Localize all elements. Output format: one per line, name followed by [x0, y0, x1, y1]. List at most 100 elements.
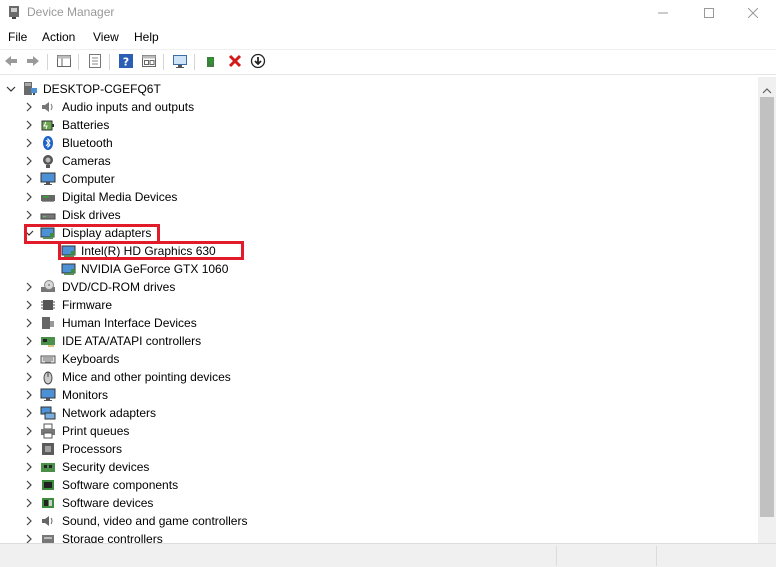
- menu-view[interactable]: View: [93, 30, 119, 44]
- tree-device[interactable]: NVIDIA GeForce GTX 1060: [0, 260, 757, 278]
- chevron-right-icon[interactable]: [24, 173, 34, 185]
- disable-device-button[interactable]: [249, 53, 267, 71]
- vertical-scrollbar[interactable]: [758, 77, 776, 543]
- chevron-right-icon[interactable]: [24, 155, 34, 167]
- tree-root[interactable]: DESKTOP-CGEFQ6T: [0, 80, 757, 98]
- display-adapter-icon: [61, 243, 77, 259]
- chevron-right-icon[interactable]: [24, 317, 34, 329]
- tree-category[interactable]: Monitors: [0, 386, 757, 404]
- tree-category-label: Software devices: [62, 496, 154, 510]
- tree-root-label: DESKTOP-CGEFQ6T: [43, 82, 161, 96]
- chevron-right-icon[interactable]: [24, 209, 34, 221]
- chevron-right-icon[interactable]: [24, 281, 34, 293]
- help-icon: ?: [118, 53, 134, 72]
- speaker-icon: [40, 99, 56, 115]
- tree-category[interactable]: Network adapters: [0, 404, 757, 422]
- tree-category[interactable]: Computer: [0, 170, 757, 188]
- tree-category[interactable]: Display adapters: [0, 224, 757, 242]
- tree-category[interactable]: DVD/CD-ROM drives: [0, 278, 757, 296]
- security-device-icon: [40, 459, 56, 475]
- tree-category[interactable]: Human Interface Devices: [0, 314, 757, 332]
- tree-device-label: NVIDIA GeForce GTX 1060: [81, 262, 229, 276]
- tree-category[interactable]: Audio inputs and outputs: [0, 98, 757, 116]
- tree-category[interactable]: Digital Media Devices: [0, 188, 757, 206]
- chevron-right-icon[interactable]: [24, 497, 34, 509]
- close-button[interactable]: [730, 0, 776, 25]
- tree-category[interactable]: Print queues: [0, 422, 757, 440]
- tree-category-label: Digital Media Devices: [62, 190, 178, 204]
- chevron-right-icon[interactable]: [24, 407, 34, 419]
- device-manager-icon: [6, 4, 22, 20]
- tree-category-label: Disk drives: [62, 208, 121, 222]
- tree-category[interactable]: Processors: [0, 440, 757, 458]
- chevron-right-icon[interactable]: [24, 335, 34, 347]
- tree-category-label: Firmware: [62, 298, 112, 312]
- chevron-right-icon[interactable]: [24, 533, 34, 543]
- tree-category[interactable]: Keyboards: [0, 350, 757, 368]
- uninstall-device-button[interactable]: [226, 53, 244, 71]
- chevron-right-icon[interactable]: [24, 191, 34, 203]
- forward-button[interactable]: [24, 53, 42, 71]
- scrollbar-thumb[interactable]: [760, 97, 774, 517]
- tree-category[interactable]: Software devices: [0, 494, 757, 512]
- tree-device[interactable]: Intel(R) HD Graphics 630: [0, 242, 757, 260]
- status-pane: [556, 546, 656, 566]
- tree-category-label: Display adapters: [62, 226, 152, 240]
- tree-category[interactable]: Security devices: [0, 458, 757, 476]
- forward-arrow-icon: [25, 53, 41, 72]
- tree-category[interactable]: Storage controllers: [0, 530, 757, 543]
- tree-category[interactable]: Sound, video and game controllers: [0, 512, 757, 530]
- menu-action[interactable]: Action: [42, 30, 75, 44]
- ide-controller-icon: [40, 333, 56, 349]
- tree-category[interactable]: Disk drives: [0, 206, 757, 224]
- tree-category[interactable]: IDE ATA/ATAPI controllers: [0, 332, 757, 350]
- tree-category[interactable]: Cameras: [0, 152, 757, 170]
- tree-category-label: DVD/CD-ROM drives: [62, 280, 176, 294]
- update-driver-button[interactable]: [203, 53, 221, 71]
- chevron-right-icon[interactable]: [24, 515, 34, 527]
- chevron-right-icon[interactable]: [24, 443, 34, 455]
- chevron-down-icon[interactable]: [6, 83, 16, 95]
- mouse-icon: [40, 369, 56, 385]
- chevron-right-icon[interactable]: [24, 119, 34, 131]
- tree-category[interactable]: Batteries: [0, 116, 757, 134]
- help-button[interactable]: ?: [117, 53, 135, 71]
- chevron-down-icon[interactable]: [24, 227, 34, 239]
- tree-category[interactable]: Bluetooth: [0, 134, 757, 152]
- tree-category[interactable]: Software components: [0, 476, 757, 494]
- computer-icon: [40, 171, 56, 187]
- menu-help[interactable]: Help: [134, 30, 159, 44]
- tree-category[interactable]: Firmware: [0, 296, 757, 314]
- camera-icon: [40, 153, 56, 169]
- chevron-right-icon[interactable]: [24, 425, 34, 437]
- chevron-right-icon[interactable]: [24, 461, 34, 473]
- display-adapter-icon: [40, 225, 56, 241]
- chevron-right-icon[interactable]: [24, 137, 34, 149]
- chevron-right-icon[interactable]: [24, 299, 34, 311]
- title-bar: Device Manager: [0, 0, 776, 25]
- minimize-button[interactable]: [640, 0, 686, 25]
- chevron-right-icon[interactable]: [24, 101, 34, 113]
- monitor-icon: [40, 387, 56, 403]
- view-button[interactable]: [140, 53, 158, 71]
- firmware-icon: [40, 297, 56, 313]
- chevron-right-icon[interactable]: [24, 479, 34, 491]
- dvd-drive-icon: [40, 279, 56, 295]
- chevron-right-icon[interactable]: [24, 389, 34, 401]
- scroll-up-arrow-icon[interactable]: [762, 83, 772, 97]
- menu-file[interactable]: File: [8, 30, 27, 44]
- tree-category[interactable]: Mice and other pointing devices: [0, 368, 757, 386]
- properties-button[interactable]: [86, 53, 104, 71]
- tree-category-label: Mice and other pointing devices: [62, 370, 231, 384]
- maximize-button[interactable]: [686, 0, 732, 25]
- red-x-icon: [227, 53, 243, 72]
- chevron-right-icon[interactable]: [24, 371, 34, 383]
- chevron-right-icon[interactable]: [24, 353, 34, 365]
- back-button[interactable]: [2, 53, 20, 71]
- show-hide-console-tree-button[interactable]: [55, 53, 73, 71]
- view-list-icon: [141, 53, 157, 72]
- scan-hardware-button[interactable]: [171, 53, 189, 71]
- hid-icon: [40, 315, 56, 331]
- display-adapter-icon: [61, 261, 77, 277]
- disk-drive-icon: [40, 207, 56, 223]
